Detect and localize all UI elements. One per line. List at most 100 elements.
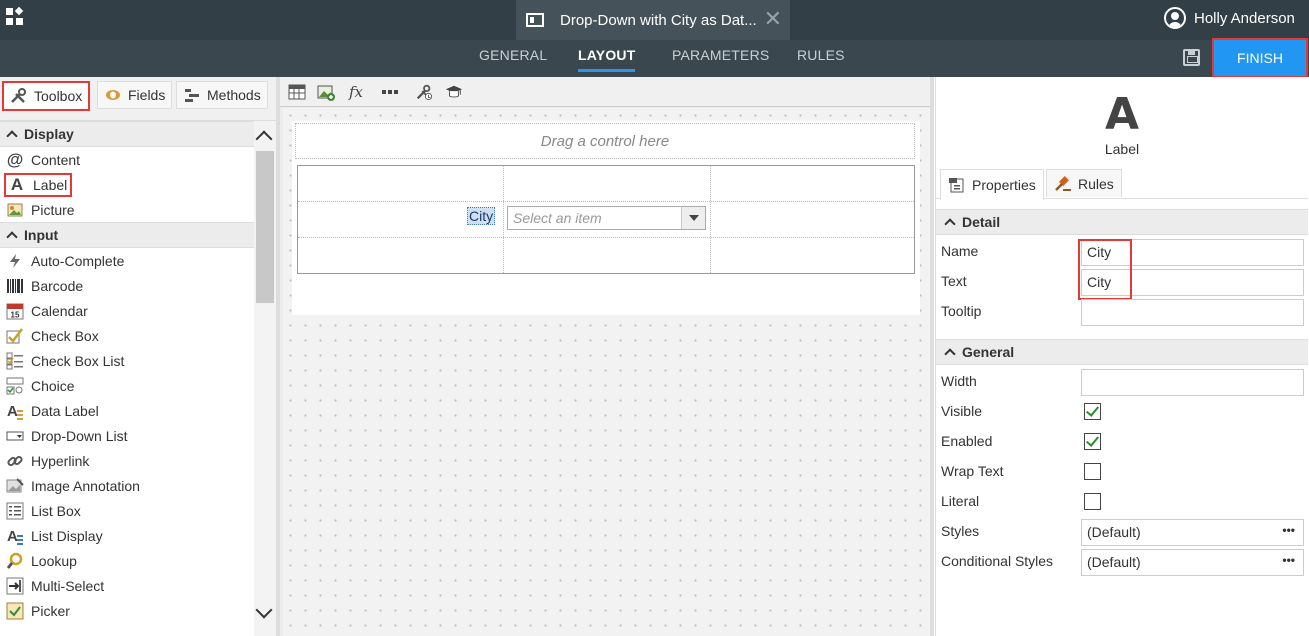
toolbox-scrollbar[interactable] xyxy=(254,121,278,636)
prop-styles-label: Styles xyxy=(941,523,980,539)
choice-icon xyxy=(6,377,24,395)
tool-label[interactable]: A Label xyxy=(0,172,254,197)
prop-width-row: Width xyxy=(936,367,1308,397)
width-field[interactable] xyxy=(1081,369,1304,396)
svg-text:A: A xyxy=(7,403,18,420)
ellipsis-icon[interactable]: ••• xyxy=(1282,523,1295,537)
magnifier-icon xyxy=(6,552,24,570)
tab-layout[interactable]: LAYOUT xyxy=(578,47,636,72)
close-icon[interactable]: ✕ xyxy=(764,6,782,32)
image-annotation-icon xyxy=(6,477,24,495)
chevron-up-icon xyxy=(944,348,956,360)
table-divider xyxy=(298,201,914,202)
tab-rules[interactable]: RULES xyxy=(797,47,845,63)
tab-toolbox[interactable]: Toolbox xyxy=(2,81,91,111)
toolbox-list: Display @ Content A Label Picture Input xyxy=(0,121,254,636)
tool-check-box-list-label: Check Box List xyxy=(31,352,125,369)
picture-icon xyxy=(6,201,24,219)
document-tab[interactable]: Drop-Down with City as Dat... ✕ xyxy=(516,0,790,40)
tab-general[interactable]: GENERAL xyxy=(479,47,547,63)
data-label-icon: A xyxy=(6,402,24,420)
group-display[interactable]: Display xyxy=(0,121,254,147)
tools-icon[interactable] xyxy=(415,83,433,101)
prop-name-label: Name xyxy=(941,243,979,259)
app-grid-icon[interactable] xyxy=(6,6,24,26)
tab-methods-label: Methods xyxy=(207,87,261,103)
visible-checkbox[interactable] xyxy=(1084,403,1101,420)
tool-auto-complete-label: Auto-Complete xyxy=(31,252,125,269)
tool-check-box-list[interactable]: Check Box List xyxy=(0,348,254,373)
right-splitter[interactable] xyxy=(930,77,934,636)
tool-choice[interactable]: Choice xyxy=(0,373,254,398)
conditional-styles-field[interactable]: (Default) ••• xyxy=(1081,549,1304,576)
tab-properties[interactable]: Properties xyxy=(940,169,1044,200)
prop-styles-row: Styles (Default) ••• xyxy=(936,517,1308,547)
user-menu[interactable]: Holly Anderson xyxy=(1164,7,1295,29)
properties-icon xyxy=(948,177,966,193)
properties-panel: A Label Properties Rules Detail Name Cit… xyxy=(935,77,1309,636)
tab-methods[interactable]: Methods xyxy=(176,81,268,109)
ellipsis-icon[interactable]: ••• xyxy=(1282,553,1295,567)
tool-list-box[interactable]: List Box xyxy=(0,498,254,523)
chevron-down-icon[interactable] xyxy=(681,207,705,229)
image-add-icon[interactable] xyxy=(317,83,335,101)
left-splitter[interactable] xyxy=(276,77,280,636)
svg-text:15: 15 xyxy=(11,310,20,319)
save-icon[interactable] xyxy=(1183,49,1200,66)
tool-auto-complete[interactable]: Auto-Complete xyxy=(0,248,254,273)
tool-drop-down-list[interactable]: Drop-Down List xyxy=(0,423,254,448)
tool-picture[interactable]: Picture xyxy=(0,197,254,222)
form-icon xyxy=(526,13,544,27)
tool-image-annotation[interactable]: Image Annotation xyxy=(0,473,254,498)
tool-picker[interactable]: Picker xyxy=(0,598,254,623)
table-divider xyxy=(710,166,711,273)
tooltip-field[interactable] xyxy=(1081,299,1304,326)
hat-icon[interactable] xyxy=(445,83,463,101)
literal-checkbox[interactable] xyxy=(1084,493,1101,510)
scroll-up-icon[interactable] xyxy=(255,130,273,148)
dots-icon[interactable] xyxy=(381,83,399,101)
cond-styles-value: (Default) xyxy=(1087,554,1141,570)
tool-barcode[interactable]: Barcode xyxy=(0,273,254,298)
fx-icon[interactable]: fx xyxy=(347,83,365,101)
section-general[interactable]: General xyxy=(936,339,1308,365)
tool-multi-select-label: Multi-Select xyxy=(31,577,105,594)
list-box-icon xyxy=(6,502,24,520)
wrap-text-checkbox[interactable] xyxy=(1084,463,1101,480)
checkbox-list-icon xyxy=(6,352,24,370)
tool-list-box-label: List Box xyxy=(31,502,81,519)
enabled-checkbox[interactable] xyxy=(1084,433,1101,450)
tool-hyperlink[interactable]: Hyperlink xyxy=(0,448,254,473)
styles-field[interactable]: (Default) ••• xyxy=(1081,519,1304,546)
scroll-thumb[interactable] xyxy=(256,151,274,303)
tool-content[interactable]: @ Content xyxy=(0,147,254,172)
finish-button[interactable]: FINISH xyxy=(1212,38,1308,78)
properties-tabs: Properties Rules xyxy=(936,169,1308,200)
tab-rules-panel[interactable]: Rules xyxy=(1046,169,1122,197)
tool-lookup[interactable]: Lookup xyxy=(0,548,254,573)
tab-toolbox-label: Toolbox xyxy=(34,88,83,104)
tool-content-label: Content xyxy=(31,151,81,168)
label-control-icon: A xyxy=(1104,89,1140,140)
tool-calendar[interactable]: 15 Calendar xyxy=(0,298,254,323)
tool-multi-select[interactable]: Multi-Select xyxy=(0,573,254,598)
group-input[interactable]: Input xyxy=(0,222,254,248)
tool-list-display[interactable]: A List Display xyxy=(0,523,254,548)
tool-lookup-label: Lookup xyxy=(31,552,77,569)
tool-label-label: Label xyxy=(33,176,68,193)
toolbox-icon xyxy=(10,88,28,104)
scroll-down-icon[interactable] xyxy=(255,601,273,619)
table-icon[interactable] xyxy=(288,83,306,101)
tool-label-highlight: A Label xyxy=(4,172,73,197)
section-detail[interactable]: Detail xyxy=(936,209,1308,235)
tool-check-box[interactable]: Check Box xyxy=(0,323,254,348)
drop-zone[interactable]: Drag a control here xyxy=(295,123,915,159)
canvas-toolbar: fx xyxy=(279,77,934,107)
city-dropdown[interactable]: Select an item xyxy=(507,206,706,230)
tool-data-label[interactable]: A Data Label xyxy=(0,398,254,423)
dropdown-placeholder: Select an item xyxy=(513,210,602,226)
tab-fields[interactable]: Fields xyxy=(97,81,173,109)
tab-parameters[interactable]: PARAMETERS xyxy=(672,47,769,63)
city-label-control[interactable]: City xyxy=(467,207,496,225)
prop-width-label: Width xyxy=(941,373,977,389)
